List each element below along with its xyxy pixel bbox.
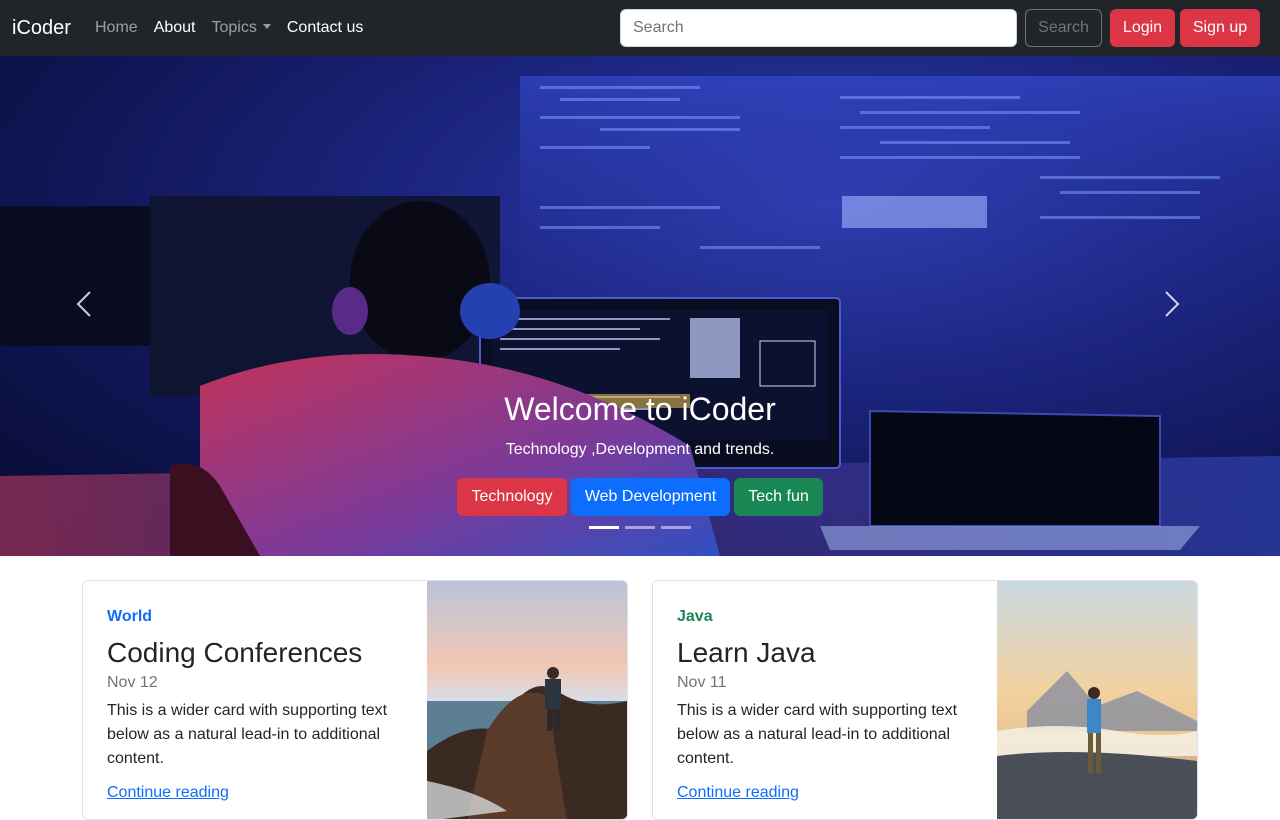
search-input[interactable] xyxy=(620,9,1017,47)
chevron-down-icon xyxy=(262,24,271,29)
carousel-next-button[interactable] xyxy=(1164,290,1204,330)
login-button[interactable]: Login xyxy=(1110,9,1175,47)
continue-reading-link[interactable]: Continue reading xyxy=(107,783,229,803)
carousel-prev-button[interactable] xyxy=(76,290,116,330)
card-category: World xyxy=(107,608,153,625)
article-card: World Coding Conferences Nov 12 This is … xyxy=(82,580,628,820)
card-date: Nov 12 xyxy=(107,674,158,691)
tech-fun-button[interactable]: Tech fun xyxy=(734,478,823,516)
carousel-indicator-1[interactable] xyxy=(589,526,619,529)
navbar: iCoder Home About Topics Contact us Sear… xyxy=(0,0,1280,56)
card-category: Java xyxy=(677,608,713,625)
nav-link-contact[interactable]: Contact us xyxy=(287,17,363,39)
signup-button[interactable]: Sign up xyxy=(1180,9,1260,47)
article-card: Java Learn Java Nov 11 This is a wider c… xyxy=(652,580,1198,820)
card-image xyxy=(427,581,627,819)
nav-link-topics-label: Topics xyxy=(211,19,257,36)
search-button[interactable]: Search xyxy=(1025,9,1102,47)
card-title: Learn Java xyxy=(677,637,816,668)
nav-link-topics-dropdown[interactable]: Topics xyxy=(212,17,271,39)
card-title: Coding Conferences xyxy=(107,637,363,668)
brand-logo[interactable]: iCoder xyxy=(12,14,71,42)
carousel-indicator-3[interactable] xyxy=(661,526,691,529)
card-date: Nov 11 xyxy=(677,674,727,691)
hero-carousel: Welcome to iCoder Technology ,Developmen… xyxy=(0,56,1280,556)
web-development-button[interactable]: Web Development xyxy=(571,478,730,516)
continue-reading-link[interactable]: Continue reading xyxy=(677,783,799,803)
card-text: This is a wider card with supporting tex… xyxy=(107,702,388,767)
card-text: This is a wider card with supporting tex… xyxy=(677,702,958,767)
hero-subtitle: Technology ,Development and trends. xyxy=(505,441,775,458)
chevron-left-icon xyxy=(76,291,91,317)
hero-title: Welcome to iCoder xyxy=(504,391,776,427)
nav-link-home[interactable]: Home xyxy=(95,17,138,39)
carousel-indicator-2[interactable] xyxy=(625,526,655,529)
technology-button[interactable]: Technology xyxy=(457,478,567,516)
card-image xyxy=(997,581,1197,819)
nav-link-about[interactable]: About xyxy=(154,17,196,39)
nav-links: Home About Topics Contact us xyxy=(95,17,379,39)
chevron-right-icon xyxy=(1165,291,1180,317)
